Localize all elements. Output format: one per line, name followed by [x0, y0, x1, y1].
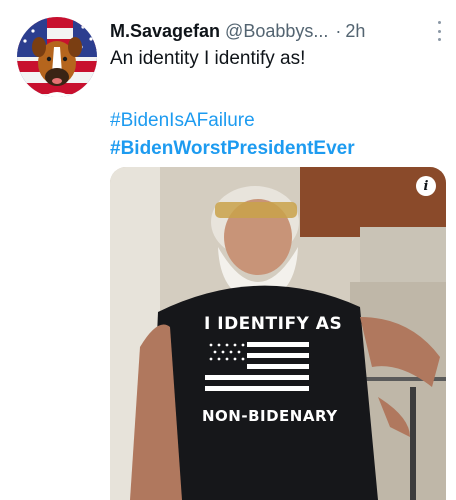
more-options-icon[interactable]: [434, 21, 444, 41]
shirt-text-line1: I IDENTIFY AS: [204, 314, 343, 334]
avatar-image: [17, 17, 97, 97]
tweet-header: M.Savagefan @Boabbys... · 2h: [110, 18, 444, 44]
info-icon[interactable]: i: [416, 176, 436, 196]
avatar[interactable]: [17, 17, 97, 97]
separator-dot: ·: [335, 20, 342, 41]
timestamp[interactable]: 2h: [345, 21, 365, 42]
author-handle[interactable]: @Boabbys...: [225, 21, 328, 42]
hashtag-link[interactable]: #BidenIsAFailure: [110, 107, 355, 135]
hashtag-list: #BidenIsAFailure #BidenWorstPresidentEve…: [110, 107, 355, 163]
tweet-media-image[interactable]: I IDENTIFY AS NON-BIDENARY i: [110, 167, 446, 500]
shirt-text-line2: NON-BIDENARY: [202, 407, 338, 425]
author-name[interactable]: M.Savagefan: [110, 21, 220, 42]
tweet-text: An identity I identify as!: [110, 48, 306, 69]
hashtag-link[interactable]: #BidenWorstPresidentEver: [110, 135, 355, 163]
